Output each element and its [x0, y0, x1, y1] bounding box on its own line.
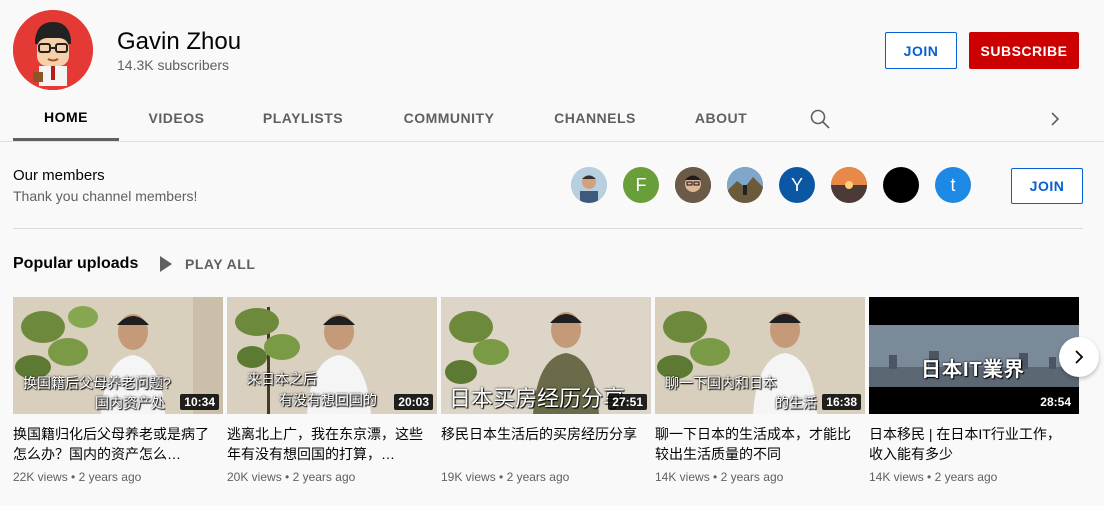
play-icon: [160, 256, 172, 272]
video-meta: 22K views • 2 years ago: [13, 470, 142, 484]
chevron-right-icon[interactable]: [1043, 107, 1067, 131]
tab-home[interactable]: HOME: [13, 95, 119, 141]
member-avatar[interactable]: Y: [779, 167, 815, 203]
play-all-button[interactable]: PLAY ALL: [158, 254, 255, 274]
video-views: 22K views: [13, 470, 68, 484]
member-avatar[interactable]: [571, 167, 607, 203]
members-title: Our members: [13, 167, 105, 184]
video-views: 14K views: [869, 470, 924, 484]
video-meta: 19K views • 2 years ago: [441, 470, 570, 484]
video-age: 2 years ago: [720, 470, 784, 484]
video-thumbnail[interactable]: 来日本之后 有没有想回国的 20:03: [227, 297, 437, 414]
cartoon-avatar-icon: [13, 10, 93, 90]
video-meta: 20K views • 2 years ago: [227, 470, 356, 484]
tab-videos[interactable]: VIDEOS: [135, 95, 218, 140]
video-duration: 28:54: [1036, 394, 1075, 410]
video-age: 2 years ago: [506, 470, 570, 484]
thumbnail-caption: 聊一下国内和日本: [665, 375, 777, 391]
section-divider: [13, 228, 1083, 229]
video-duration: 10:34: [180, 394, 219, 410]
tab-about[interactable]: ABOUT: [681, 95, 761, 140]
thumbnail-caption: 的生活: [775, 395, 817, 411]
tab-playlists[interactable]: PLAYLISTS: [250, 95, 356, 140]
video-thumbnail[interactable]: 聊一下国内和日本 的生活 16:38: [655, 297, 865, 414]
member-avatar[interactable]: [675, 167, 711, 203]
member-avatar[interactable]: [727, 167, 763, 203]
video-duration: 20:03: [394, 394, 433, 410]
thumbnail-caption: 国内资产处: [95, 395, 165, 411]
video-duration: 16:38: [822, 394, 861, 410]
member-avatar[interactable]: F: [623, 167, 659, 203]
video-views: 19K views: [441, 470, 496, 484]
members-join-button[interactable]: JOIN: [1011, 168, 1083, 204]
video-thumbnail[interactable]: 换国籍后父母养老问题? 国内资产处 10:34: [13, 297, 223, 414]
member-avatar[interactable]: [831, 167, 867, 203]
thumbnail-caption: 日本买房经历分享: [449, 386, 626, 411]
channel-avatar[interactable]: [13, 10, 93, 90]
member-avatar[interactable]: [883, 167, 919, 203]
video-age: 2 years ago: [934, 470, 998, 484]
video-title[interactable]: 逃离北上广，我在东京漂，这些年有没有想回国的打算，…: [227, 424, 427, 464]
search-icon[interactable]: [808, 107, 832, 131]
thumbnail-caption: 日本IT業界: [921, 359, 1025, 381]
subscribe-button[interactable]: SUBSCRIBE: [969, 32, 1079, 69]
member-avatar-letter: Y: [790, 174, 803, 195]
thumbnail-caption: 有没有想回国的: [279, 392, 377, 408]
video-thumbnail[interactable]: 日本IT業界 28:54: [869, 297, 1079, 414]
video-views: 20K views: [227, 470, 282, 484]
video-card[interactable]: 聊一下国内和日本 的生活 16:38 聊一下日本的生活成本，才能比较出生活质量的…: [655, 297, 865, 484]
join-button[interactable]: JOIN: [885, 32, 957, 69]
thumbnail-caption: 换国籍后父母养老问题?: [23, 375, 171, 391]
channel-header: Gavin Zhou 14.3K subscribers JOIN SUBSCR…: [0, 0, 1104, 142]
video-meta: 14K views • 2 years ago: [655, 470, 784, 484]
video-age: 2 years ago: [292, 470, 356, 484]
popular-uploads-title: Popular uploads: [13, 255, 139, 272]
video-title[interactable]: 换国籍归化后父母养老或是病了怎么办？国内的资产怎么…: [13, 424, 213, 464]
channel-tabs: HOME VIDEOS PLAYLISTS COMMUNITY CHANNELS…: [0, 95, 1104, 142]
tab-channels[interactable]: CHANNELS: [541, 95, 649, 140]
home-content: Our members Thank you channel members! F…: [0, 142, 1104, 506]
video-card[interactable]: 换国籍后父母养老问题? 国内资产处 10:34 换国籍归化后父母养老或是病了怎么…: [13, 297, 223, 484]
video-card[interactable]: 来日本之后 有没有想回国的 20:03 逃离北上广，我在东京漂，这些年有没有想回…: [227, 297, 437, 484]
subscriber-count: 14.3K subscribers: [117, 57, 230, 73]
channel-name: Gavin Zhou: [117, 28, 242, 55]
video-views: 14K views: [655, 470, 710, 484]
play-all-label: PLAY ALL: [185, 256, 256, 272]
tab-community[interactable]: COMMUNITY: [389, 95, 509, 140]
chevron-right-icon: [1075, 350, 1084, 364]
member-avatar[interactable]: t: [935, 167, 971, 203]
video-age: 2 years ago: [78, 470, 142, 484]
video-title[interactable]: 移民日本生活后的买房经历分享: [441, 424, 641, 464]
video-title[interactable]: 聊一下日本的生活成本，才能比较出生活质量的不同: [655, 424, 855, 464]
thumbnail-caption: 来日本之后: [247, 371, 317, 387]
video-card[interactable]: 日本买房经历分享 27:51 移民日本生活后的买房经历分享 19K views …: [441, 297, 651, 484]
video-thumbnail[interactable]: 日本买房经历分享 27:51: [441, 297, 651, 414]
member-avatar-letter: F: [635, 174, 647, 195]
video-card[interactable]: 日本IT業界 28:54 日本移民 | 在日本IT行业工作，收入能有多少 14K…: [869, 297, 1079, 484]
video-title[interactable]: 日本移民 | 在日本IT行业工作，收入能有多少: [869, 424, 1069, 464]
video-meta: 14K views • 2 years ago: [869, 470, 998, 484]
members-subtitle: Thank you channel members!: [13, 188, 198, 204]
shelf-next-button[interactable]: [1059, 337, 1099, 377]
video-duration: 27:51: [608, 394, 647, 410]
member-avatar-letter: t: [950, 174, 956, 195]
